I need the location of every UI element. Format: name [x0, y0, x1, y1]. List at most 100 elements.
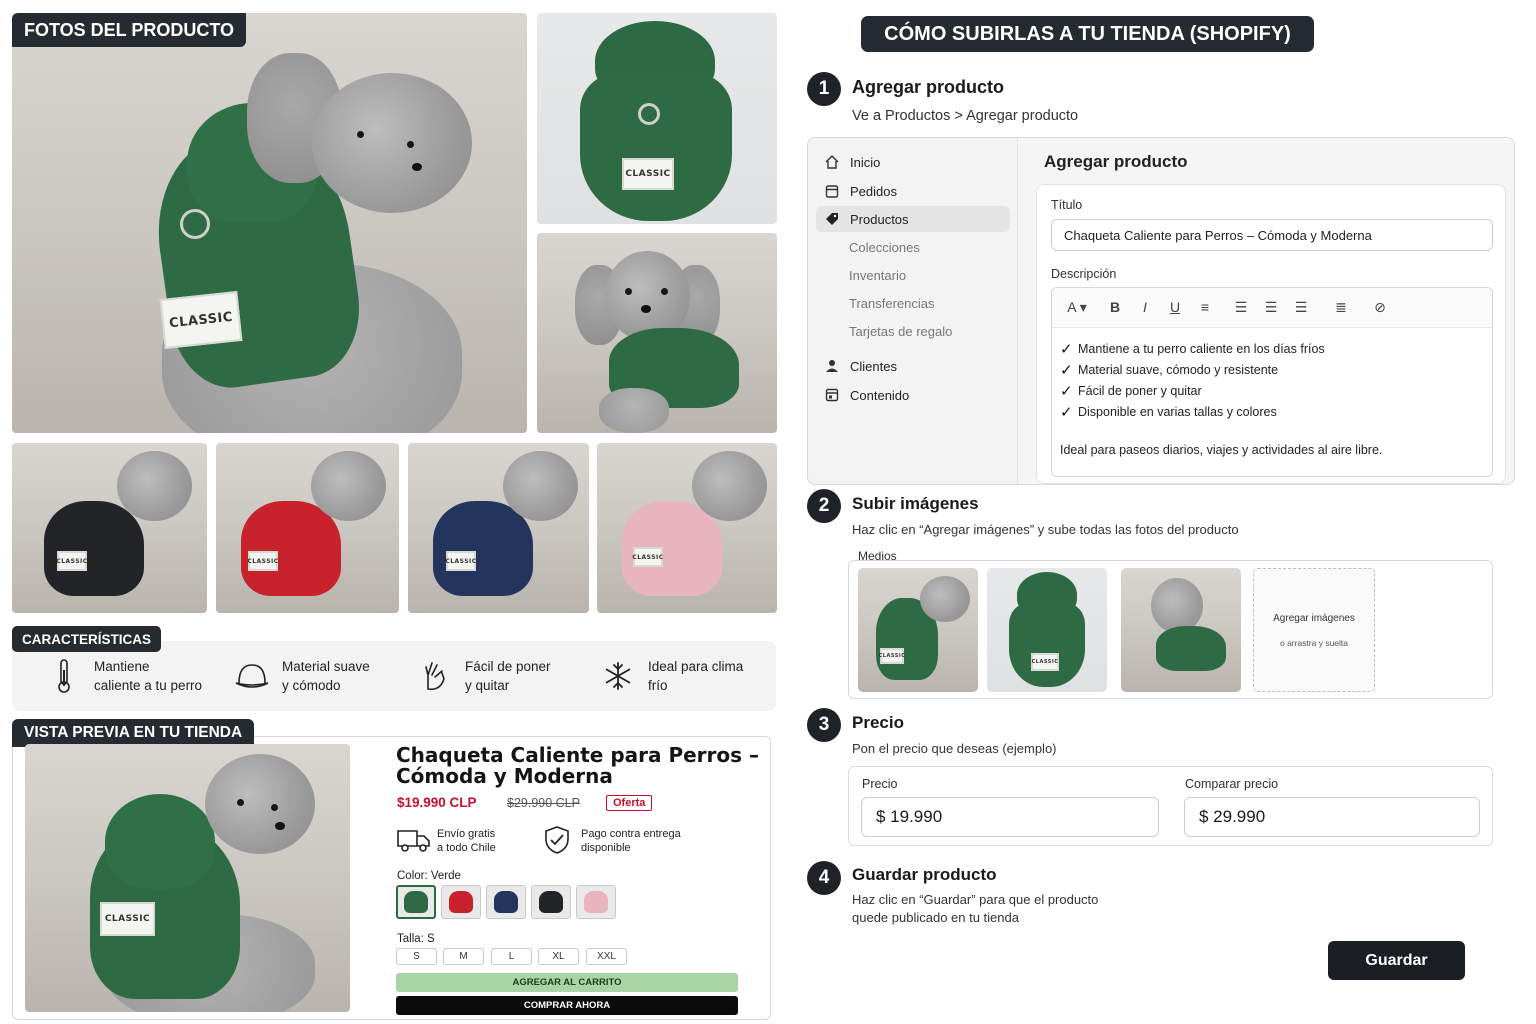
swatch-red[interactable] — [441, 885, 481, 919]
bullet-text: Fácil de poner y quitar — [1078, 384, 1202, 398]
classic-patch: CLASSIC — [879, 648, 905, 664]
indent-icon[interactable]: ≣ — [1331, 299, 1351, 316]
red-variant-photo: CLASSIC — [216, 443, 399, 613]
compare-price-input[interactable]: $ 29.990 — [1184, 797, 1480, 837]
nav-label: Inicio — [850, 154, 881, 170]
size-s-button[interactable]: S — [396, 948, 437, 965]
underline-icon[interactable]: U — [1165, 299, 1185, 315]
feature-text: frío — [648, 678, 668, 693]
truck-icon — [397, 828, 431, 857]
inbox-icon — [824, 183, 840, 199]
swatch-pink[interactable] — [576, 885, 616, 919]
step-3-subtitle: Pon el precio que deseas (ejemplo) — [852, 741, 1057, 756]
step-4-subtitle: Haz clic en “Guardar” para que el produc… — [852, 891, 1098, 927]
feature-text: y quitar — [465, 678, 510, 693]
preview-compare-price: $29.990 CLP — [507, 796, 580, 810]
title-label: Título — [1051, 198, 1083, 212]
feature-text: Material suave — [282, 659, 370, 674]
step-1-number: 1 — [807, 72, 841, 106]
nav-label: Clientes — [850, 358, 897, 374]
description-closing: Ideal para paseos diarios, viajes y acti… — [1060, 443, 1383, 457]
shipping-line: Envío gratis — [437, 828, 496, 840]
size-l-button[interactable]: L — [491, 948, 532, 965]
swatch-green[interactable] — [396, 885, 436, 919]
step-2-title: Subir imágenes — [852, 494, 979, 513]
home-icon — [824, 154, 840, 170]
size-label: Talla: S — [397, 933, 435, 945]
step-2-subtitle: Haz clic en “Agregar imágenes” y sube to… — [852, 522, 1239, 537]
bullet-text: Mantiene a tu perro caliente en los días… — [1078, 342, 1325, 356]
nav-transferencias[interactable]: Transferencias — [849, 296, 935, 311]
add-to-cart-button[interactable]: AGREGAR AL CARRITO — [396, 973, 738, 992]
description-bullet: ✓ Material suave, cómodo y resistente — [1060, 361, 1278, 379]
black-variant-photo: CLASSIC — [12, 443, 207, 613]
nav-contenido[interactable]: Contenido — [816, 382, 1010, 408]
feature-easy: Fácil de poner y quitar — [417, 641, 585, 711]
nav-label: Productos — [850, 211, 909, 227]
media-thumb-jacket[interactable]: CLASSIC — [987, 568, 1107, 692]
step-3-title: Precio — [852, 713, 904, 732]
features-label: CARACTERÍSTICAS — [12, 626, 162, 652]
size-m-button[interactable]: M — [443, 948, 484, 965]
feature-soft: Material suave y cómodo — [234, 641, 402, 711]
description-bullet: ✓ Fácil de poner y quitar — [1060, 382, 1202, 400]
add-images-dropzone[interactable]: Agregar imágenes o arrastra y suelta — [1253, 568, 1375, 692]
nav-colecciones[interactable]: Colecciones — [849, 240, 920, 255]
hand-icon — [417, 658, 453, 694]
classic-patch: CLASSIC — [56, 551, 87, 571]
media-thumb-front[interactable] — [1121, 568, 1241, 692]
size-xl-button[interactable]: XL — [538, 948, 579, 965]
description-label: Descripción — [1051, 267, 1117, 281]
nav-pedidos[interactable]: Pedidos — [816, 178, 1010, 204]
description-editor[interactable]: A ▾ B I U ≡ ☰ ☰ ☰ ≣ ⊘ ✓ Mantiene a tu per… — [1051, 287, 1493, 477]
step-4-title: Guardar producto — [852, 865, 997, 884]
save-button[interactable]: Guardar — [1328, 941, 1465, 980]
shopify-admin-mock: Inicio Pedidos Productos Colecciones Inv… — [807, 137, 1515, 485]
swatch-navy[interactable] — [486, 885, 526, 919]
nav-tarjetas[interactable]: Tarjetas de regalo — [849, 324, 952, 339]
size-xxl-button[interactable]: XXL — [586, 948, 627, 965]
bold-icon[interactable]: B — [1105, 299, 1125, 315]
bullet-text: Disponible en varias tallas y colores — [1078, 405, 1277, 419]
payment-line: disponible — [581, 842, 631, 854]
preview-label: VISTA PREVIA EN TU TIENDA — [12, 719, 255, 747]
shipping-info: Envío gratis a todo Chile — [437, 827, 496, 855]
sale-badge: Oferta — [606, 795, 653, 811]
shield-check-icon — [543, 825, 571, 860]
preview-product-title: Chaqueta Caliente para Perros – Cómoda y… — [396, 743, 760, 788]
checklist-icon[interactable]: ☰ — [1291, 299, 1311, 316]
buy-now-button[interactable]: COMPRAR AHORA — [396, 996, 738, 1015]
check-icon: ✓ — [1060, 341, 1073, 358]
classic-patch: CLASSIC — [1031, 653, 1059, 671]
nav-inventario[interactable]: Inventario — [849, 268, 906, 283]
check-icon: ✓ — [1060, 404, 1073, 421]
media-thumb-main[interactable]: CLASSIC — [858, 568, 978, 692]
color-label: Color: Verde — [397, 870, 461, 882]
shipping-line: a todo Chile — [437, 842, 496, 854]
classic-patch: CLASSIC — [100, 902, 155, 936]
preview-product-photo: CLASSIC — [25, 744, 350, 1012]
front-view-photo — [537, 233, 777, 433]
nav-clientes[interactable]: Clientes — [816, 353, 1010, 379]
feature-text: y cómodo — [282, 678, 341, 693]
bullet-list-icon[interactable]: ☰ — [1231, 299, 1251, 316]
italic-icon[interactable]: I — [1135, 299, 1155, 315]
feature-text: Ideal para clima — [648, 659, 744, 674]
feature-text: caliente a tu perro — [94, 678, 203, 693]
feature-cold: Ideal para clima frío — [600, 641, 768, 711]
payment-info: Pago contra entrega disponible — [581, 827, 681, 855]
align-icon[interactable]: ≡ — [1195, 299, 1215, 315]
nav-inicio[interactable]: Inicio — [816, 149, 1010, 175]
swatch-black[interactable] — [531, 885, 571, 919]
price-input[interactable]: $ 19.990 — [861, 797, 1159, 837]
classic-patch: CLASSIC — [445, 551, 476, 571]
nav-productos[interactable]: Productos — [816, 206, 1010, 232]
admin-sidebar: Inicio Pedidos Productos Colecciones Inv… — [808, 138, 1018, 484]
nav-label: Pedidos — [850, 183, 897, 199]
title-input[interactable]: Chaqueta Caliente para Perros – Cómoda y… — [1051, 219, 1493, 251]
numbered-list-icon[interactable]: ☰ — [1261, 299, 1281, 316]
preview-price: $19.990 CLP — [397, 795, 477, 810]
link-icon[interactable]: ⊘ — [1370, 299, 1390, 316]
description-bullet: ✓ Disponible en varias tallas y colores — [1060, 403, 1277, 421]
font-size-icon[interactable]: A ▾ — [1062, 299, 1092, 316]
